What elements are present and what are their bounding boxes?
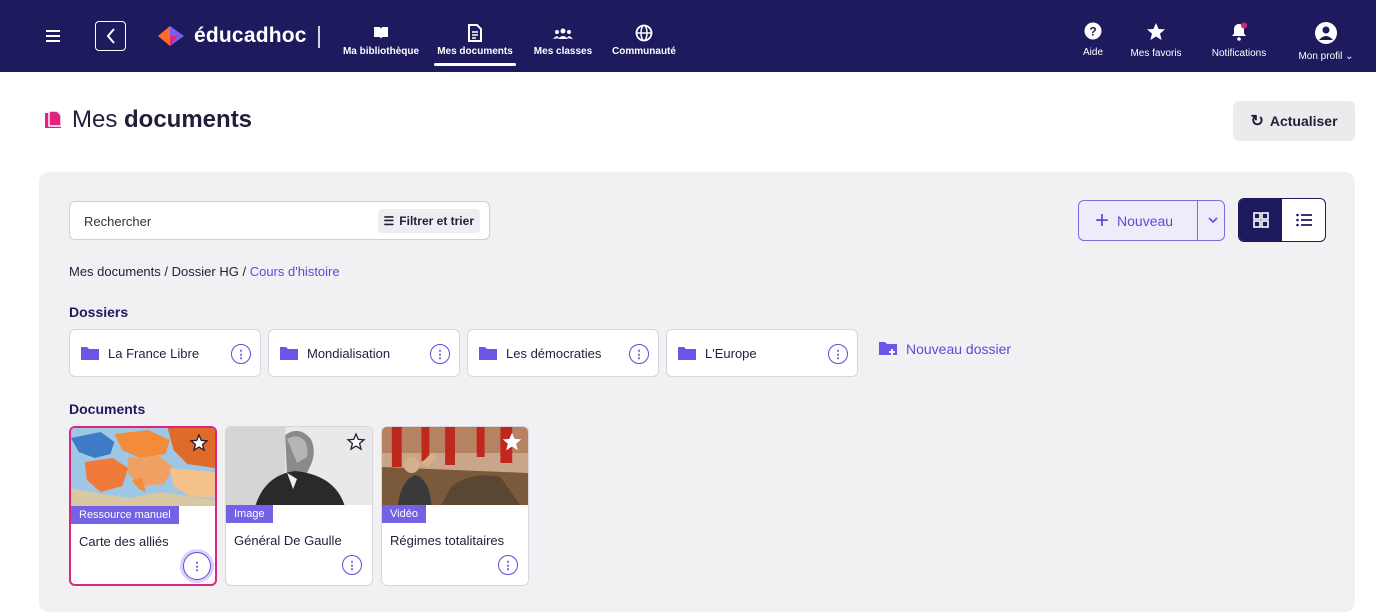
new-folder-label: Nouveau dossier [906, 341, 1012, 357]
book-open-icon [374, 27, 388, 39]
refresh-icon: ↻ [1250, 113, 1264, 130]
nav-item-label: Ma bibliothèque [342, 46, 420, 57]
nav-favorites[interactable]: Mes favoris [1126, 22, 1186, 59]
nav-item-label: Communauté [612, 46, 676, 57]
nav-profile-label: Mon profil ⌄ [1298, 51, 1354, 62]
folder-name: Mondialisation [307, 345, 391, 361]
folder-icon [280, 347, 298, 360]
favorite-star-icon[interactable] [346, 432, 366, 452]
grid-icon [1252, 212, 1269, 228]
nav-favorites-label: Mes favoris [1130, 48, 1182, 59]
folder-card[interactable]: Les démocraties ⋮ [467, 329, 659, 377]
favorite-star-icon[interactable] [189, 433, 209, 453]
search-placeholder: Rechercher [84, 214, 152, 229]
documents-heading: Documents [69, 401, 146, 417]
back-button[interactable] [95, 21, 126, 51]
documents-icon [45, 110, 62, 128]
nav-notifications-label: Notifications [1211, 48, 1267, 59]
folder-plus-icon [879, 342, 897, 355]
nav-item-label: Mes classes [533, 46, 593, 57]
search-input[interactable]: Rechercher ☰ Filtrer et trier [69, 201, 490, 240]
brand-logo[interactable]: éducadhoc [156, 24, 307, 48]
filter-sort-button[interactable]: ☰ Filtrer et trier [377, 209, 480, 233]
brand-name: éducadhoc [194, 24, 307, 47]
breadcrumb-current: Cours d'histoire [249, 264, 340, 279]
folder-name: La France Libre [108, 345, 200, 361]
bell-icon [1232, 22, 1247, 41]
new-button[interactable]: + Nouveau [1078, 200, 1225, 241]
new-button-divider [1197, 201, 1198, 240]
grid-view-button[interactable] [1239, 199, 1282, 241]
folder-name: Les démocraties [506, 345, 602, 361]
folder-card[interactable]: L'Europe ⋮ [666, 329, 858, 377]
filter-sort-label: Filtrer et trier [399, 214, 474, 228]
document-card[interactable]: Ressource manuel Carte des alliés ⋮ [69, 426, 217, 586]
favorite-star-icon[interactable] [502, 432, 522, 452]
hamburger-menu-icon[interactable] [46, 30, 60, 42]
nav-item-classes[interactable]: Mes classes [532, 22, 594, 66]
breadcrumb-separator: / [164, 264, 169, 279]
folder-card[interactable]: Mondialisation ⋮ [268, 329, 460, 377]
nav-help-label: Aide [1082, 47, 1103, 58]
folders-heading: Dossiers [69, 304, 129, 320]
page-title: Mes documents [43, 106, 252, 134]
svg-text:?: ? [1089, 25, 1096, 39]
nav-notifications[interactable]: Notifications [1206, 22, 1272, 59]
folder-card[interactable]: La France Libre ⋮ [69, 329, 261, 377]
document-card[interactable]: Image Général De Gaulle ⋮ [225, 426, 373, 586]
folder-icon [479, 347, 497, 360]
view-toggle [1238, 198, 1326, 242]
document-card[interactable]: Vidéo Régimes totalitaires ⋮ [381, 426, 529, 586]
more-options-icon[interactable]: ⋮ [183, 552, 211, 580]
breadcrumb-item[interactable]: Mes documents [69, 264, 161, 279]
folder-icon [81, 347, 99, 360]
nav-item-documents[interactable]: Mes documents [434, 22, 516, 66]
sliders-icon: ☰ [383, 214, 395, 228]
chevron-down-icon: ⌄ [1345, 51, 1354, 62]
breadcrumb-separator: / [242, 264, 247, 279]
new-button-label: Nouveau [1117, 212, 1174, 229]
page-title-text: Mes documents [72, 106, 253, 133]
more-options-icon[interactable]: ⋮ [231, 344, 251, 364]
document-type-badge: Vidéo [382, 505, 426, 523]
users-icon [553, 28, 573, 39]
list-view-button[interactable] [1282, 199, 1325, 241]
breadcrumb-item[interactable]: Dossier HG [172, 264, 239, 279]
globe-icon [635, 24, 653, 42]
document-title: Carte des alliés [79, 534, 169, 549]
document-icon [468, 24, 482, 42]
new-folder-button[interactable]: Nouveau dossier [879, 341, 1011, 357]
more-options-icon[interactable]: ⋮ [342, 555, 362, 575]
document-title: Régimes totalitaires [390, 533, 505, 548]
chevron-left-icon [106, 28, 115, 44]
nav-item-library[interactable]: Ma bibliothèque [339, 22, 423, 66]
more-options-icon[interactable]: ⋮ [430, 344, 450, 364]
refresh-button[interactable]: ↻ Actualiser [1233, 101, 1355, 141]
more-options-icon[interactable]: ⋮ [498, 555, 518, 575]
nav-help[interactable]: ? Aide [1080, 22, 1106, 58]
logo-icon [158, 26, 184, 46]
more-options-icon[interactable]: ⋮ [828, 344, 848, 364]
avatar-icon [1315, 22, 1337, 44]
document-type-badge: Ressource manuel [71, 506, 179, 524]
star-icon [1147, 23, 1165, 40]
help-icon: ? [1084, 22, 1102, 40]
document-type-badge: Image [226, 505, 273, 523]
nav-profile[interactable]: Mon profil ⌄ [1290, 22, 1362, 62]
folder-icon [678, 347, 696, 360]
nav-item-community[interactable]: Communauté [608, 22, 680, 66]
list-icon [1295, 213, 1312, 227]
folder-name: L'Europe [705, 345, 757, 361]
refresh-label: Actualiser [1269, 113, 1338, 129]
document-title: Général De Gaulle [234, 533, 342, 548]
plus-icon: + [1095, 206, 1110, 234]
nav-divider [318, 26, 320, 48]
breadcrumb: Mes documents / Dossier HG / Cours d'his… [69, 264, 340, 279]
chevron-down-icon[interactable] [1205, 212, 1221, 228]
nav-item-label: Mes documents [437, 46, 513, 57]
more-options-icon[interactable]: ⋮ [629, 344, 649, 364]
top-nav: éducadhoc Ma bibliothèque Mes documents … [0, 0, 1376, 72]
